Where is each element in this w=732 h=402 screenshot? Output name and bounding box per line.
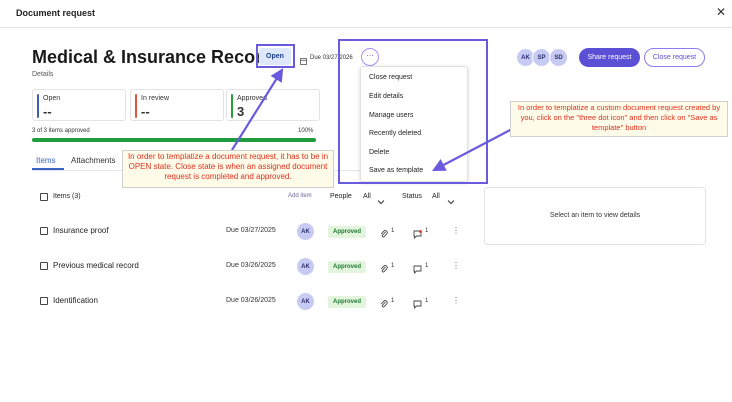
annotation-arrows — [231, 68, 515, 172]
annotation-note-save-template: In order to templatize a custom document… — [510, 101, 728, 137]
annotation-note-open-state: In order to templatize a document reques… — [122, 150, 334, 188]
